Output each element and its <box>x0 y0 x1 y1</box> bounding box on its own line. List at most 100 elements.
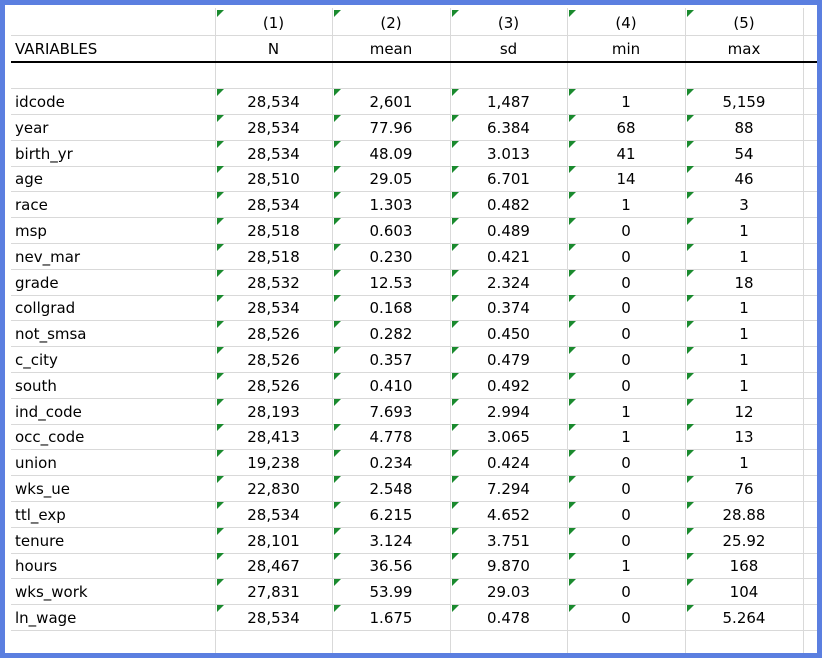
variable-name-cell[interactable]: collgrad <box>11 295 215 320</box>
value-cell[interactable]: 6.701 <box>450 166 567 191</box>
value-cell[interactable]: 0 <box>567 244 685 269</box>
column-header-min[interactable]: min <box>567 36 685 61</box>
empty-cell[interactable] <box>11 63 215 88</box>
variable-name-cell[interactable]: tenure <box>11 528 215 553</box>
value-cell[interactable]: 28,518 <box>215 244 332 269</box>
variable-name-cell[interactable]: ln_wage <box>11 605 215 630</box>
value-cell[interactable]: 3.065 <box>450 424 567 449</box>
value-cell[interactable]: 1,487 <box>450 89 567 114</box>
value-cell[interactable]: 28,413 <box>215 424 332 449</box>
value-cell[interactable]: 22,830 <box>215 476 332 501</box>
column-header-n[interactable]: N <box>215 36 332 61</box>
value-cell[interactable]: 1 <box>685 321 803 346</box>
column-number-3[interactable]: (3) <box>450 10 567 35</box>
empty-cell[interactable] <box>567 63 685 88</box>
column-header-sd[interactable]: sd <box>450 36 567 61</box>
value-cell[interactable]: 4.652 <box>450 502 567 527</box>
value-cell[interactable]: 2.324 <box>450 270 567 295</box>
value-cell[interactable]: 28.88 <box>685 502 803 527</box>
column-header-max[interactable]: max <box>685 36 803 61</box>
value-cell[interactable]: 28,534 <box>215 89 332 114</box>
value-cell[interactable]: 27,831 <box>215 579 332 604</box>
value-cell[interactable]: 28,532 <box>215 270 332 295</box>
empty-cell[interactable] <box>450 63 567 88</box>
value-cell[interactable]: 1 <box>685 218 803 243</box>
value-cell[interactable]: 0 <box>567 476 685 501</box>
value-cell[interactable]: 28,467 <box>215 553 332 578</box>
variable-name-cell[interactable]: c_city <box>11 347 215 372</box>
variable-name-cell[interactable]: union <box>11 450 215 475</box>
value-cell[interactable]: 4.778 <box>332 424 450 449</box>
variable-name-cell[interactable]: year <box>11 115 215 140</box>
value-cell[interactable]: 13 <box>685 424 803 449</box>
value-cell[interactable]: 77.96 <box>332 115 450 140</box>
value-cell[interactable]: 0.603 <box>332 218 450 243</box>
value-cell[interactable]: 28,526 <box>215 347 332 372</box>
value-cell[interactable]: 76 <box>685 476 803 501</box>
value-cell[interactable]: 0 <box>567 605 685 630</box>
empty-cell[interactable] <box>215 63 332 88</box>
value-cell[interactable]: 29.05 <box>332 166 450 191</box>
empty-cell[interactable] <box>11 631 215 653</box>
value-cell[interactable]: 18 <box>685 270 803 295</box>
variables-header[interactable]: VARIABLES <box>11 36 215 61</box>
value-cell[interactable]: 0 <box>567 270 685 295</box>
value-cell[interactable]: 28,101 <box>215 528 332 553</box>
value-cell[interactable]: 0 <box>567 579 685 604</box>
empty-cell[interactable] <box>567 631 685 653</box>
value-cell[interactable]: 1 <box>567 89 685 114</box>
variable-name-cell[interactable]: wks_work <box>11 579 215 604</box>
value-cell[interactable]: 6.215 <box>332 502 450 527</box>
value-cell[interactable]: 0.357 <box>332 347 450 372</box>
value-cell[interactable]: 28,534 <box>215 605 332 630</box>
empty-cell[interactable] <box>450 631 567 653</box>
variable-name-cell[interactable]: nev_mar <box>11 244 215 269</box>
value-cell[interactable]: 0.482 <box>450 192 567 217</box>
value-cell[interactable]: 28,526 <box>215 373 332 398</box>
value-cell[interactable]: 3.751 <box>450 528 567 553</box>
variable-name-cell[interactable]: hours <box>11 553 215 578</box>
header-empty-cell[interactable] <box>11 10 215 35</box>
value-cell[interactable]: 28,534 <box>215 115 332 140</box>
value-cell[interactable]: 28,534 <box>215 502 332 527</box>
value-cell[interactable]: 1.303 <box>332 192 450 217</box>
value-cell[interactable]: 9.870 <box>450 553 567 578</box>
variable-name-cell[interactable]: idcode <box>11 89 215 114</box>
value-cell[interactable]: 0.230 <box>332 244 450 269</box>
variable-name-cell[interactable]: msp <box>11 218 215 243</box>
variable-name-cell[interactable]: birth_yr <box>11 141 215 166</box>
value-cell[interactable]: 54 <box>685 141 803 166</box>
value-cell[interactable]: 2.548 <box>332 476 450 501</box>
empty-cell[interactable] <box>685 631 803 653</box>
empty-cell[interactable] <box>332 63 450 88</box>
value-cell[interactable]: 0.489 <box>450 218 567 243</box>
column-header-mean[interactable]: mean <box>332 36 450 61</box>
empty-cell[interactable] <box>332 631 450 653</box>
value-cell[interactable]: 0.478 <box>450 605 567 630</box>
value-cell[interactable]: 3.124 <box>332 528 450 553</box>
value-cell[interactable]: 1 <box>685 295 803 320</box>
value-cell[interactable]: 1 <box>685 244 803 269</box>
value-cell[interactable]: 5.264 <box>685 605 803 630</box>
variable-name-cell[interactable]: south <box>11 373 215 398</box>
value-cell[interactable]: 1 <box>567 192 685 217</box>
value-cell[interactable]: 28,534 <box>215 192 332 217</box>
variable-name-cell[interactable]: wks_ue <box>11 476 215 501</box>
value-cell[interactable]: 6.384 <box>450 115 567 140</box>
variable-name-cell[interactable]: ttl_exp <box>11 502 215 527</box>
value-cell[interactable]: 28,193 <box>215 399 332 424</box>
value-cell[interactable]: 68 <box>567 115 685 140</box>
value-cell[interactable]: 28,518 <box>215 218 332 243</box>
value-cell[interactable]: 0.424 <box>450 450 567 475</box>
value-cell[interactable]: 5,159 <box>685 89 803 114</box>
value-cell[interactable]: 7.294 <box>450 476 567 501</box>
column-number-4[interactable]: (4) <box>567 10 685 35</box>
value-cell[interactable]: 0 <box>567 373 685 398</box>
value-cell[interactable]: 0 <box>567 321 685 346</box>
value-cell[interactable]: 53.99 <box>332 579 450 604</box>
value-cell[interactable]: 25.92 <box>685 528 803 553</box>
value-cell[interactable]: 12 <box>685 399 803 424</box>
value-cell[interactable]: 0 <box>567 502 685 527</box>
value-cell[interactable]: 41 <box>567 141 685 166</box>
column-number-5[interactable]: (5) <box>685 10 803 35</box>
